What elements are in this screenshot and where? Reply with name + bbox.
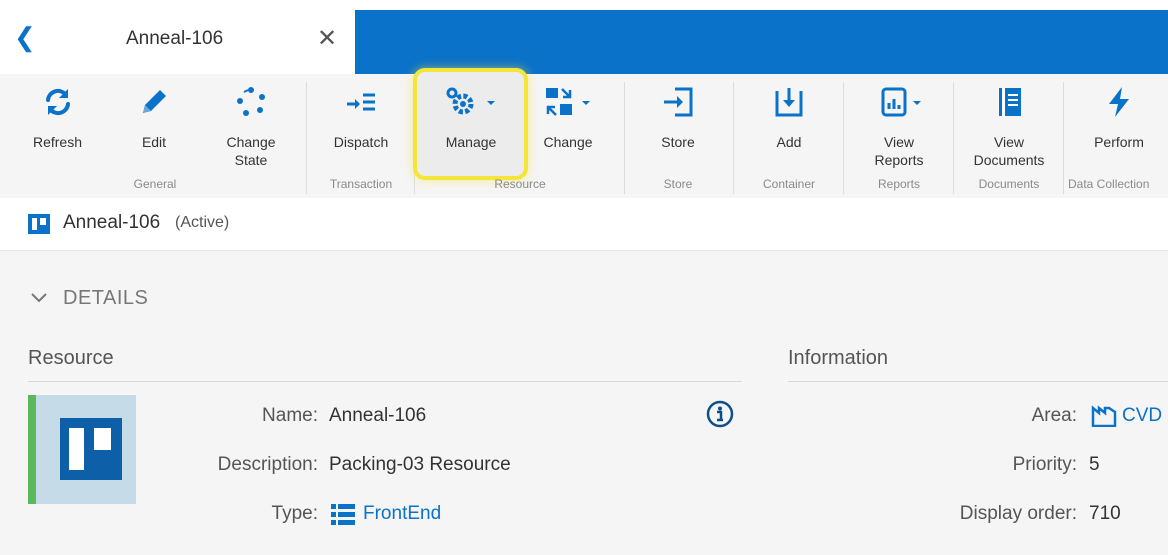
breadcrumb: Anneal-106 (Active) [0, 198, 1168, 251]
close-icon[interactable]: ✕ [317, 26, 337, 52]
information-section-title: Information [788, 347, 889, 369]
change-state-label: Change State [226, 134, 276, 168]
status-bar [28, 395, 36, 504]
group-general: General [133, 177, 177, 191]
dispatch-icon [322, 84, 400, 120]
priority-value: 5 [1089, 454, 1100, 475]
details-header[interactable]: DETAILS [63, 287, 148, 310]
refresh-button[interactable]: Refresh [20, 74, 95, 179]
tab-bar: ❮ Anneal-106 ✕ [0, 0, 1168, 74]
type-link[interactable]: FrontEnd [363, 503, 441, 525]
description-label: Description: [217, 454, 318, 475]
display-order-label: Display order: [959, 503, 1077, 524]
group-transaction: Transaction [329, 177, 393, 191]
edit-label: Edit [141, 134, 167, 150]
tab-title[interactable]: Anneal-106 [126, 28, 223, 50]
resource-icon [28, 214, 50, 234]
breadcrumb-name: Anneal-106 [63, 212, 161, 233]
resource-large-icon [60, 418, 122, 480]
area-link[interactable]: CVD [1122, 405, 1162, 427]
manage-label: Manage [445, 134, 497, 150]
description-value: Packing-03 Resource [329, 454, 511, 475]
pencil-icon [115, 84, 193, 120]
breadcrumb-status: (Active) [175, 214, 230, 231]
area-label: Area: [1031, 405, 1077, 426]
resource-image [28, 395, 136, 504]
details-panel: DETAILS Resource Information Name: Annea… [0, 251, 1168, 555]
ribbon-toolbar: Refresh Edit Change State General Dispat… [0, 74, 1168, 198]
list-icon [331, 504, 355, 525]
refresh-label: Refresh [32, 134, 83, 150]
type-label: Type: [271, 503, 318, 524]
chevron-down-icon[interactable] [30, 289, 48, 312]
group-separator [306, 82, 307, 194]
factory-icon [1091, 405, 1117, 427]
back-icon[interactable]: ❮ [14, 22, 36, 52]
dispatch-button[interactable]: Dispatch [322, 74, 400, 179]
priority-label: Priority: [1012, 454, 1077, 475]
cycle-icon [210, 84, 292, 120]
dispatch-label: Dispatch [333, 134, 389, 150]
gears-icon [418, 84, 524, 120]
manage-button[interactable]: Manage [418, 74, 524, 179]
change-state-button[interactable]: Change State [210, 74, 292, 179]
name-value: Anneal-106 [329, 405, 427, 426]
name-label: Name: [262, 405, 318, 426]
display-order-value: 710 [1089, 503, 1121, 524]
resource-section-title: Resource [28, 347, 114, 369]
divider [28, 381, 742, 382]
divider [788, 381, 1168, 382]
edit-button[interactable]: Edit [115, 74, 193, 179]
tab-bar-background [355, 10, 1168, 74]
refresh-icon [20, 84, 95, 120]
info-icon[interactable] [706, 400, 734, 428]
